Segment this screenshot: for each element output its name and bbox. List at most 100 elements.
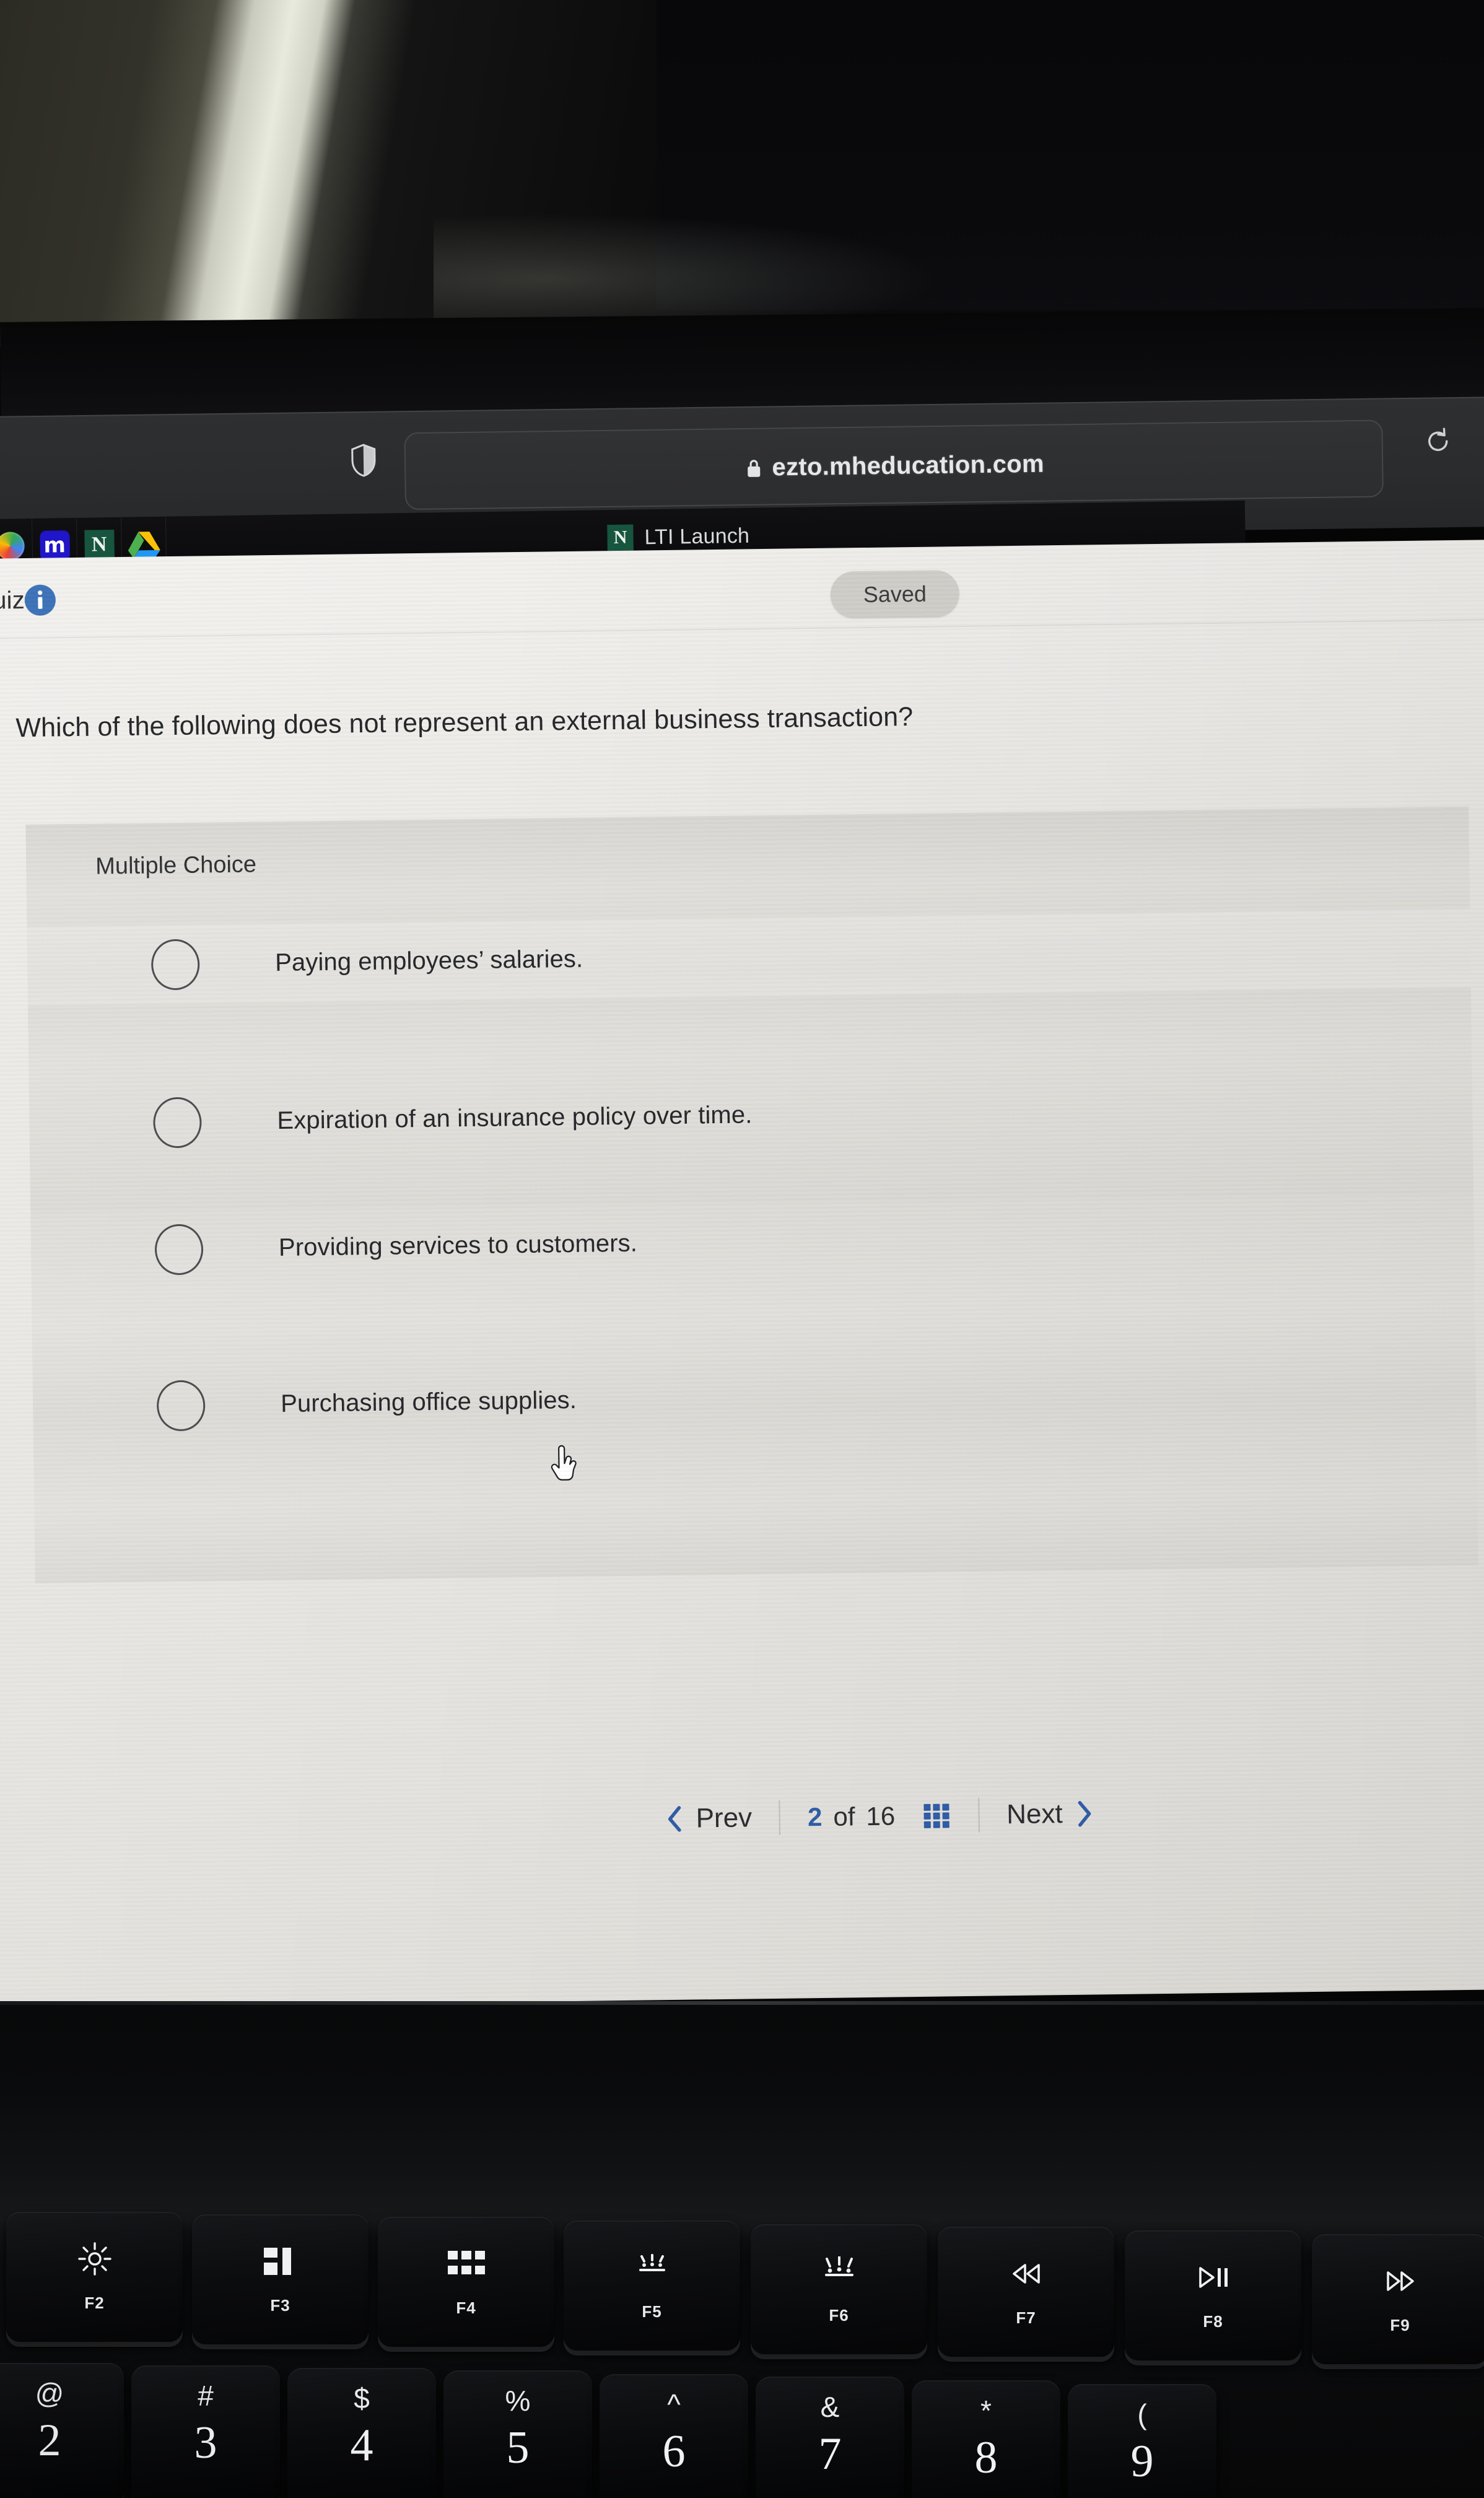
function-key-row: F2 F3 F4 F5 F6 F7 F8 F9 xyxy=(0,2206,1484,2364)
key-f9[interactable]: F9 xyxy=(1312,2234,1484,2364)
chrome-profile-bookmark-icon xyxy=(0,532,25,561)
question-text: Which of the following does not represen… xyxy=(15,701,914,743)
prev-button[interactable]: Prev xyxy=(666,1802,752,1834)
key-f3-label: F3 xyxy=(270,2295,290,2315)
question-navigation: Prev 2 of 16 Next xyxy=(666,1796,1093,1836)
key-5-number: 5 xyxy=(506,2422,530,2473)
key-f9-label: F9 xyxy=(1390,2315,1410,2334)
key-2[interactable]: @ 2 xyxy=(0,2363,124,2498)
key-f6-label: F6 xyxy=(829,2305,849,2325)
key-8-symbol: * xyxy=(980,2395,992,2427)
key-f6[interactable]: F6 xyxy=(751,2224,927,2354)
radio-button-4[interactable] xyxy=(156,1379,206,1431)
lock-icon xyxy=(748,459,761,477)
deck-faint-reflection xyxy=(774,2035,1208,2079)
status-badge: Saved xyxy=(830,570,960,619)
key-2-number: 2 xyxy=(38,2415,61,2466)
keyboard-backlight-down-icon xyxy=(633,2250,671,2285)
key-3-number: 3 xyxy=(194,2417,217,2468)
header-divider xyxy=(0,618,1484,639)
key-f8-label: F8 xyxy=(1203,2312,1223,2331)
key-4-symbol: $ xyxy=(354,2382,370,2414)
key-9-symbol: ( xyxy=(1137,2398,1147,2430)
key-f3[interactable]: F3 xyxy=(192,2214,369,2344)
key-3[interactable]: # 3 xyxy=(131,2365,280,2498)
radio-button-2[interactable] xyxy=(152,1096,202,1148)
url-text: ezto.mheducation.com xyxy=(772,450,1045,481)
key-f4-label: F4 xyxy=(456,2298,476,2317)
next-button-label: Next xyxy=(1006,1799,1063,1830)
answer-option-1-label: Paying employees’ salaries. xyxy=(274,945,583,976)
rewind-icon xyxy=(1007,2256,1045,2291)
nav-divider-left xyxy=(779,1800,781,1835)
fast-forward-icon xyxy=(1381,2264,1420,2299)
key-f5-label: F5 xyxy=(642,2302,662,2321)
quiz-page: Quiz Saved Which of the following does n… xyxy=(0,539,1484,2009)
key-f2-label: F2 xyxy=(84,2293,105,2312)
answer-option-2-label: Expiration of an insurance policy over t… xyxy=(277,1101,753,1134)
keyboard-backlight-up-icon xyxy=(820,2254,858,2289)
key-6[interactable]: ^ 6 xyxy=(600,2374,748,2498)
page-title: Quiz xyxy=(0,587,25,615)
laptop-keyboard-deck: F2 F3 F4 F5 F6 F7 F8 F9 @ 2 # 3 $ 4 % 5 … xyxy=(0,2001,1484,2498)
key-7[interactable]: & 7 xyxy=(756,2377,904,2498)
radio-button-1[interactable] xyxy=(151,939,200,990)
nebraska-bookmark-icon: N xyxy=(84,529,115,560)
laptop-photo-scene: ezto.mheducation.com m N N LTI Launch Qu… xyxy=(0,0,1484,2498)
nav-divider-right xyxy=(977,1797,980,1833)
radio-button-3[interactable] xyxy=(154,1223,204,1275)
key-9[interactable]: ( 9 xyxy=(1068,2384,1216,2498)
answer-option-1[interactable]: Paying employees’ salaries. xyxy=(27,908,1471,1006)
laptop-hinge xyxy=(0,2001,1484,2005)
of-label: of xyxy=(833,1802,855,1831)
answer-card: Multiple Choice Paying employees’ salari… xyxy=(25,806,1474,1212)
key-5-symbol: % xyxy=(505,2385,531,2417)
chevron-right-icon xyxy=(1078,1800,1091,1827)
info-icon[interactable] xyxy=(24,584,57,616)
key-8-number: 8 xyxy=(974,2432,998,2483)
key-8[interactable]: * 8 xyxy=(912,2380,1060,2498)
key-f7[interactable]: F7 xyxy=(938,2227,1114,2357)
brightness-icon xyxy=(77,2242,112,2276)
answer-option-2[interactable]: Expiration of an insurance policy over t… xyxy=(29,1067,1473,1164)
pointing-hand-cursor xyxy=(551,1445,577,1481)
play-pause-icon xyxy=(1194,2260,1233,2295)
next-button[interactable]: Next xyxy=(1006,1798,1093,1830)
key-6-number: 6 xyxy=(662,2426,686,2477)
answer-option-4-label: Purchasing office supplies. xyxy=(280,1386,577,1418)
prev-button-label: Prev xyxy=(696,1802,753,1834)
answer-option-3-label: Providing services to customers. xyxy=(278,1229,638,1261)
address-bar[interactable]: ezto.mheducation.com xyxy=(404,419,1384,511)
current-page-number: 2 xyxy=(807,1802,823,1832)
key-f8[interactable]: F8 xyxy=(1125,2230,1301,2360)
launchpad-icon xyxy=(447,2246,486,2281)
key-4[interactable]: $ 4 xyxy=(287,2368,436,2498)
key-9-number: 9 xyxy=(1130,2436,1154,2487)
key-f7-label: F7 xyxy=(1016,2308,1036,2327)
key-7-number: 7 xyxy=(818,2429,842,2479)
key-4-number: 4 xyxy=(350,2420,373,2471)
mission-control-icon xyxy=(261,2244,300,2279)
key-f4[interactable]: F4 xyxy=(378,2217,554,2347)
page-indicator: 2 of 16 xyxy=(808,1800,951,1832)
grid-icon[interactable] xyxy=(922,1801,951,1830)
moodle-bookmark-icon: m xyxy=(39,530,70,561)
key-7-symbol: & xyxy=(820,2391,840,2423)
chevron-left-icon xyxy=(668,1806,681,1832)
shield-icon[interactable] xyxy=(351,444,377,478)
key-f2[interactable]: F2 xyxy=(6,2212,183,2342)
question-type-label: Multiple Choice xyxy=(95,851,257,880)
key-2-symbol: @ xyxy=(35,2377,64,2409)
answer-card-lower: Providing services to customers. Purchas… xyxy=(30,1193,1478,1584)
tab-favicon-n: N xyxy=(607,524,634,551)
key-3-symbol: # xyxy=(198,2380,214,2412)
key-5[interactable]: % 5 xyxy=(443,2370,592,2498)
google-drive-bookmark-icon xyxy=(128,532,160,559)
number-key-row: @ 2 # 3 $ 4 % 5 ^ 6 & 7 * 8 (9 xyxy=(0,2354,1484,2498)
reload-icon[interactable] xyxy=(1423,427,1452,456)
key-6-symbol: ^ xyxy=(667,2388,681,2421)
total-pages: 16 xyxy=(866,1801,896,1831)
tab-title: LTI Launch xyxy=(644,524,750,549)
answer-option-4[interactable]: Purchasing office supplies. xyxy=(32,1350,1476,1481)
key-f5[interactable]: F5 xyxy=(564,2220,740,2351)
